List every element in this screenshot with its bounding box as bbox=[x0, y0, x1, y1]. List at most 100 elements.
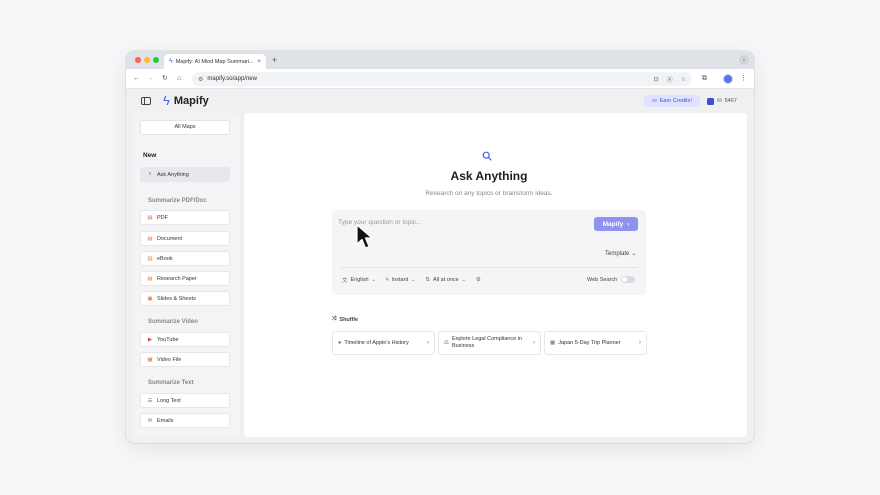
translate-icon[interactable]: Ⓐ bbox=[667, 75, 673, 84]
suggestion-card[interactable]: ▦ Japan 5-Day Trip Planner › bbox=[544, 331, 647, 355]
language-label: English bbox=[350, 277, 369, 283]
coin-icon: ⛁ bbox=[717, 98, 722, 104]
mapify-button-label: Mapify bbox=[602, 220, 624, 228]
web-search-toggle[interactable]: Web Search bbox=[587, 276, 636, 283]
credits-counter[interactable]: ⛁ 5467 bbox=[707, 95, 737, 107]
language-icon: 文 bbox=[342, 278, 348, 284]
sidebar-item-label: Research Paper bbox=[157, 275, 197, 282]
mapify-logo-icon: ϟ bbox=[163, 93, 170, 108]
mapify-button[interactable]: Mapify › bbox=[594, 217, 638, 231]
bookmark-star-icon[interactable]: ☆ bbox=[681, 76, 686, 83]
chevron-right-icon: › bbox=[639, 340, 641, 346]
extensions-icon[interactable]: ⧉ bbox=[702, 74, 707, 84]
sidebar-item-label: eBook bbox=[157, 255, 173, 262]
sidebar: All Maps New ⌕ Ask Anything Summarize PD… bbox=[133, 113, 240, 437]
chevron-right-icon: › bbox=[533, 340, 535, 346]
app-header: ϟ Mapify ⛀ Earn Credits! ⛁ 5467 bbox=[126, 89, 754, 113]
chevron-right-icon: › bbox=[427, 340, 429, 346]
all-maps-button[interactable]: All Maps bbox=[140, 120, 230, 135]
mode-dropdown[interactable]: ϟ Instant ⌄ bbox=[386, 277, 416, 283]
reload-icon[interactable]: ↻ bbox=[162, 74, 168, 84]
settings-button[interactable]: ⚙ bbox=[476, 277, 481, 283]
search-icon bbox=[482, 151, 492, 161]
gear-icon: ⚙ bbox=[475, 277, 481, 283]
calendar-icon: ▦ bbox=[550, 340, 556, 346]
paper-icon: ▤ bbox=[147, 275, 153, 282]
tab-bar: ϟ Mapify: AI Mind Map Summari... × + ⌄ bbox=[126, 51, 754, 69]
sidebar-item-ebook[interactable]: ▥ eBook bbox=[140, 251, 230, 266]
suggestion-label: Timeline of Apple's History bbox=[344, 339, 409, 346]
tab-menu-button[interactable]: ⌄ bbox=[739, 55, 749, 65]
page-subtitle: Research on any topics or brainstorm ide… bbox=[425, 190, 553, 197]
profile-icon[interactable] bbox=[723, 74, 733, 84]
mail-icon: ✉ bbox=[147, 417, 153, 424]
site-info-icon[interactable]: ⚙ bbox=[198, 76, 203, 83]
forward-icon[interactable]: → bbox=[147, 74, 154, 84]
sidebar-item-label: Long Text bbox=[157, 397, 181, 404]
sidebar-item-label: Slides & Sheets bbox=[157, 295, 196, 302]
new-tab-button[interactable]: + bbox=[272, 54, 277, 66]
logo-name: Mapify bbox=[173, 95, 209, 107]
sidebar-item-ask-anything[interactable]: ⌕ Ask Anything bbox=[140, 167, 230, 182]
chevron-down-icon: ⌄ bbox=[631, 251, 637, 257]
toggle-switch[interactable] bbox=[621, 276, 636, 283]
mouse-cursor-icon bbox=[356, 224, 373, 249]
sidebar-item-youtube[interactable]: ▶ YouTube bbox=[140, 332, 230, 347]
menu-icon[interactable]: ⋮ bbox=[740, 74, 747, 84]
sidebar-item-video-file[interactable]: ▦ Video File bbox=[140, 352, 230, 367]
sidebar-item-emails[interactable]: ✉ Emails bbox=[140, 413, 230, 428]
tab-close-icon[interactable]: × bbox=[257, 59, 261, 65]
credits-value: 5467 bbox=[724, 98, 737, 104]
close-window-button[interactable] bbox=[135, 57, 141, 63]
scale-icon: ⚖ bbox=[444, 340, 449, 346]
minimize-window-button[interactable] bbox=[144, 57, 150, 63]
sidebar-item-research-paper[interactable]: ▤ Research Paper bbox=[140, 271, 230, 286]
back-icon[interactable]: ← bbox=[133, 74, 140, 84]
tab-title: Mapify: AI Mind Map Summari... bbox=[175, 58, 254, 65]
template-label: Template bbox=[605, 250, 630, 257]
url-field[interactable]: ⚙ mapify.so/app/new ⊡ Ⓐ ☆ bbox=[192, 72, 692, 86]
output-label: All at once bbox=[433, 277, 459, 283]
page-title: Ask Anything bbox=[450, 169, 528, 183]
shuffle-icon: ⤮ bbox=[332, 316, 337, 322]
question-input[interactable] bbox=[338, 216, 578, 228]
chevron-right-icon: › bbox=[627, 220, 630, 228]
shuffle-label: Shuffle bbox=[339, 316, 359, 323]
sidebar-item-label: Video File bbox=[157, 356, 182, 363]
sidebar-item-label: Ask Anything bbox=[157, 171, 189, 178]
sidebar-toggle-icon[interactable] bbox=[141, 97, 151, 105]
template-dropdown[interactable]: Template ⌄ bbox=[605, 250, 637, 258]
browser-tab[interactable]: ϟ Mapify: AI Mind Map Summari... × bbox=[164, 54, 266, 69]
chevron-down-icon: ⌄ bbox=[411, 277, 416, 283]
text-lines-icon: ☰ bbox=[147, 397, 153, 404]
sidebar-item-label: Emails bbox=[157, 417, 174, 424]
suggestion-card[interactable]: ● Timeline of Apple's History › bbox=[332, 331, 435, 355]
url-text: mapify.so/app/new bbox=[207, 76, 257, 82]
address-bar: ← → ↻ ⌂ ⚙ mapify.so/app/new ⊡ Ⓐ ☆ ⧉ ⋮ bbox=[126, 69, 754, 89]
chevron-down-icon: ⌄ bbox=[461, 277, 466, 283]
sidebar-item-document[interactable]: ▤ Document bbox=[140, 231, 230, 246]
sidebar-item-pdf[interactable]: ▤ PDF bbox=[140, 210, 230, 225]
logo[interactable]: ϟ Mapify bbox=[163, 93, 209, 109]
credits-icon bbox=[707, 97, 714, 105]
sidebar-item-long-text[interactable]: ☰ Long Text bbox=[140, 393, 230, 408]
earn-credits-button[interactable]: ⛀ Earn Credits! bbox=[644, 95, 700, 107]
shuffle-button[interactable]: ⤮ Shuffle bbox=[332, 316, 358, 323]
section-heading-video: Summarize Video bbox=[148, 319, 198, 325]
prompt-box: Mapify › Template ⌄ 文 English ⌄ ϟ Instan… bbox=[332, 210, 646, 295]
slides-icon: ▣ bbox=[147, 295, 153, 302]
web-search-label: Web Search bbox=[587, 276, 618, 283]
mapify-favicon-icon: ϟ bbox=[169, 58, 173, 65]
home-icon[interactable]: ⌂ bbox=[177, 74, 181, 84]
install-icon[interactable]: ⊡ bbox=[654, 76, 659, 83]
sidebar-item-slides[interactable]: ▣ Slides & Sheets bbox=[140, 291, 230, 306]
maximize-window-button[interactable] bbox=[153, 57, 159, 63]
search-icon: ⌕ bbox=[148, 171, 152, 177]
output-dropdown[interactable]: ⇅ All at once ⌄ bbox=[425, 277, 466, 283]
document-icon: ▤ bbox=[147, 235, 153, 242]
suggestion-card[interactable]: ⚖ Explore Legal Compliance in Business › bbox=[438, 331, 541, 355]
lightning-icon: ϟ bbox=[385, 277, 389, 283]
layers-icon: ⇅ bbox=[425, 277, 431, 283]
sidebar-item-label: YouTube bbox=[157, 336, 179, 343]
language-dropdown[interactable]: 文 English ⌄ bbox=[342, 276, 376, 284]
